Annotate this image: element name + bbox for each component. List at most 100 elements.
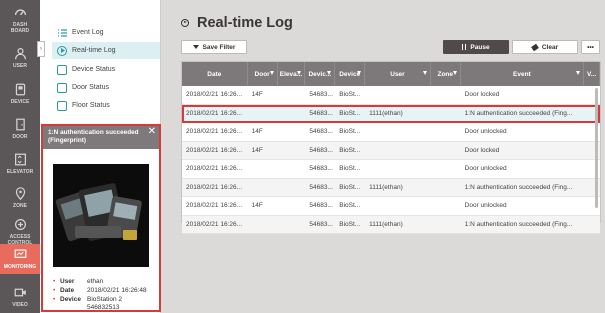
table-cell: 1111(ethan) — [369, 109, 403, 117]
column-header[interactable]: User — [365, 62, 431, 86]
save-filter-button[interactable]: Save Filter — [181, 40, 247, 54]
zone-icon — [15, 187, 25, 200]
submenu-item-event-log[interactable]: Event Log — [52, 24, 160, 41]
submenu-item-floor-status[interactable]: Floor Status — [52, 97, 160, 114]
close-icon[interactable]: ✕ — [148, 127, 156, 136]
table-body: 2018/02/21 16:26... 14F 54683... BioSt... Do… — [182, 86, 600, 234]
table-cell: 54683... — [309, 146, 333, 154]
nav-user[interactable]: USER — [0, 38, 40, 78]
dashboard-icon — [14, 9, 26, 16]
nav-video[interactable]: VIDEO — [0, 280, 40, 313]
page-title: Real-time Log — [181, 15, 293, 31]
table-cell — [584, 216, 600, 234]
device-status-icon — [57, 64, 67, 75]
popup-header: 1:N authentication succeeded (Fingerprin… — [43, 126, 159, 149]
main-nav: DASH BOARD USER DEVICE DOOR ELEVATOR ZON… — [0, 0, 40, 313]
filter-icon — [192, 45, 199, 49]
table-cell: BioSt... — [339, 165, 361, 173]
main-content: Real-time Log Save Filter Pause Clear ••… — [161, 0, 605, 313]
table-row[interactable]: 2018/02/21 16:26... 14F 54683... BioSt... Do… — [182, 197, 600, 216]
table-row[interactable]: 2018/02/21 16:26... 14F 54683... BioSt... Do… — [182, 141, 600, 160]
table-row[interactable]: 2018/02/21 16:26... 14F 54683... BioSt... Do… — [182, 86, 600, 105]
column-header[interactable]: Device — [335, 62, 366, 86]
more-button[interactable]: ••• — [581, 40, 600, 54]
table-row[interactable]: 2018/02/21 16:26... 54683... BioSt... 1111(… — [182, 104, 600, 123]
filter-icon[interactable] — [297, 71, 302, 75]
table-cell: Door unlocked — [464, 202, 507, 210]
submenu-item-label: Real-time Log — [72, 47, 116, 54]
floor-status-icon — [57, 100, 67, 111]
table-cell: 2018/02/21 16:26... — [186, 91, 243, 99]
submenu-item-label: Device Status — [72, 66, 116, 73]
column-header[interactable]: Door — [248, 62, 278, 86]
nav-label: VIDEO — [12, 301, 28, 308]
column-header[interactable]: Event — [461, 62, 585, 86]
table-cell — [248, 179, 278, 197]
column-header[interactable]: Devic... — [305, 62, 336, 86]
info-key: User — [60, 278, 75, 285]
table-cell — [278, 105, 306, 123]
nav-dashboard[interactable]: DASH BOARD — [0, 0, 40, 40]
table-row[interactable]: 2018/02/21 16:26... 54683... BioSt... 1111(… — [182, 215, 600, 234]
info-user: • User ethan — [53, 278, 104, 285]
table-cell — [278, 123, 306, 141]
table-cell: 14F — [251, 146, 263, 154]
filter-icon[interactable] — [452, 71, 457, 75]
clear-button[interactable]: Clear — [512, 40, 578, 54]
realtime-log-table: Date Door Eleva... Devic... Device User Zone Ev… — [181, 61, 601, 234]
column-header[interactable]: Date — [182, 62, 248, 86]
pause-icon — [462, 44, 467, 50]
nav-device[interactable]: DEVICE — [0, 74, 40, 114]
info-device: • Device BioStation 2 546832513 — [53, 296, 161, 313]
door-status-icon — [57, 82, 67, 93]
table-cell — [278, 179, 306, 197]
submenu-item-label: Event Log — [72, 29, 104, 36]
table-cell: 1:N authentication succeeded (Fing... — [464, 183, 573, 191]
filter-icon[interactable] — [576, 71, 581, 75]
table-cell: 54683... — [309, 220, 333, 228]
table-row[interactable]: 2018/02/21 16:26... 54683... BioSt... Door … — [182, 160, 600, 179]
filter-icon[interactable] — [422, 71, 427, 75]
table-header: Date Door Eleva... Devic... Device User Zone Ev… — [182, 62, 601, 86]
user-icon — [14, 48, 26, 60]
table-cell — [431, 197, 461, 215]
table-cell: 1:N authentication succeeded (Fing... — [464, 109, 573, 117]
pause-button[interactable]: Pause — [443, 40, 509, 54]
info-value: 2018/02/21 16:26:48 — [87, 287, 147, 294]
info-key: Device — [60, 296, 81, 303]
table-cell — [365, 160, 431, 178]
submenu-collapse-button[interactable]: › — [37, 41, 45, 57]
filter-icon[interactable] — [269, 71, 274, 75]
info-value: BioStation 2 546832513 — [87, 296, 123, 311]
submenu-item-label: Floor Status — [72, 102, 110, 109]
table-cell — [278, 197, 306, 215]
table-row[interactable]: 2018/02/21 16:26... 14F 54683... BioSt... Do… — [182, 123, 600, 142]
table-cell: 14F — [251, 91, 263, 99]
table-cell: 14F — [251, 202, 263, 210]
column-header[interactable]: Eleva... — [278, 62, 306, 86]
event-info: • User ethan • Date 2018/02/21 16:26:48 … — [53, 278, 161, 313]
filter-icon[interactable] — [327, 71, 332, 75]
table-cell: 14F — [251, 128, 263, 136]
monitoring-icon — [14, 249, 26, 258]
table-cell — [365, 142, 431, 160]
scrollbar[interactable] — [595, 88, 598, 208]
filter-icon[interactable] — [357, 71, 362, 75]
column-header[interactable]: Zone — [431, 62, 461, 86]
submenu-item-device-status[interactable]: Device Status — [52, 61, 160, 78]
nav-label: ELEVATOR — [6, 169, 34, 175]
nav-door[interactable]: DOOR — [0, 109, 40, 149]
nav-label: DEVICE — [10, 99, 30, 105]
table-cell — [278, 160, 306, 178]
table-cell — [278, 86, 306, 104]
table-cell — [248, 216, 278, 234]
table-cell — [248, 160, 278, 178]
column-header[interactable]: V... — [584, 62, 601, 86]
table-cell: Door locked — [464, 146, 500, 154]
nav-monitoring[interactable]: MONITORING — [0, 244, 40, 274]
submenu-item-door-status[interactable]: Door Status — [52, 79, 160, 96]
table-cell: 54683... — [309, 202, 333, 210]
table-row[interactable]: 2018/02/21 16:26... 54683... BioSt... 1111(… — [182, 178, 600, 197]
submenu-item-realtime-log[interactable]: Real-time Log — [52, 42, 160, 59]
table-cell: 54683... — [309, 91, 333, 99]
